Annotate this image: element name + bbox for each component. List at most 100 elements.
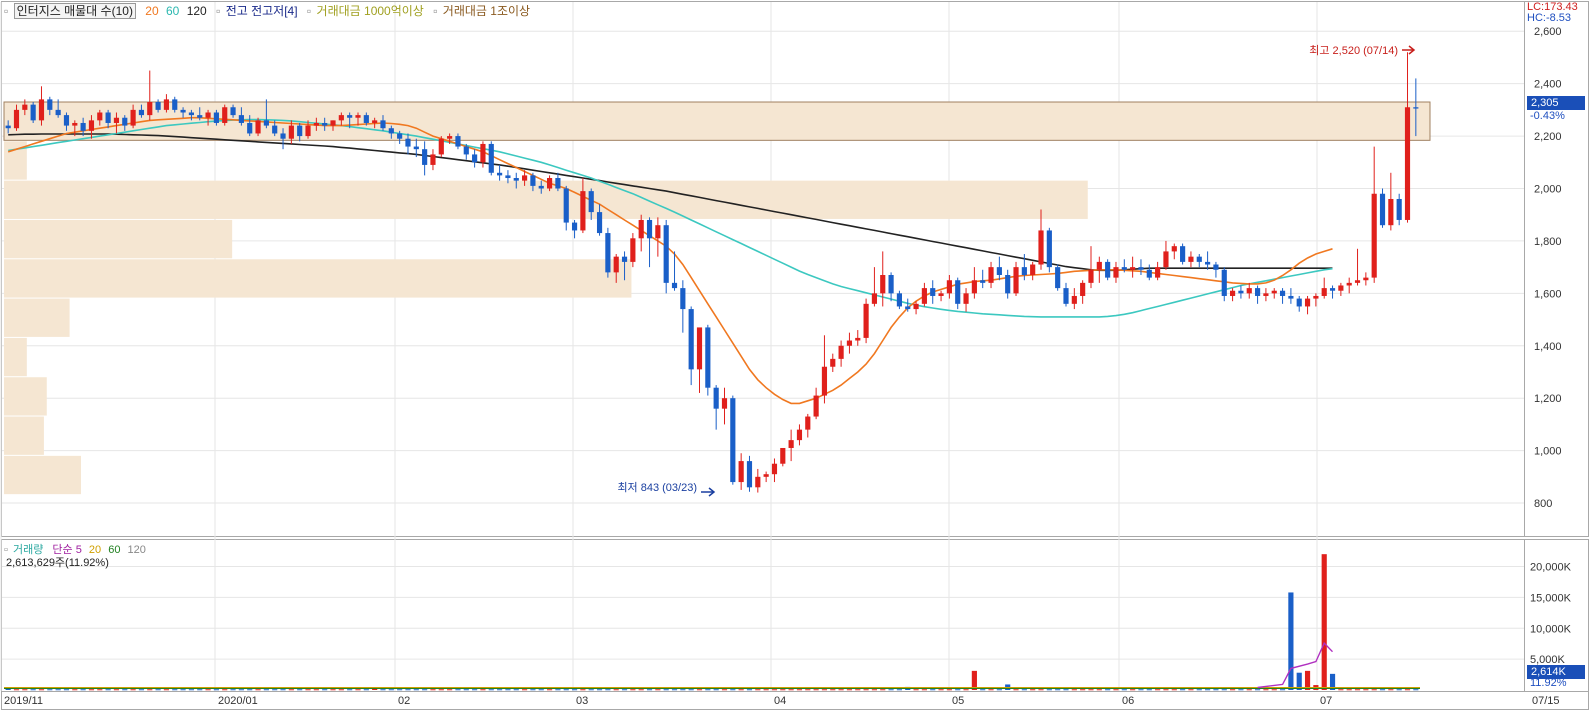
volume-bar: [1221, 689, 1227, 691]
volume-bar: [713, 689, 719, 691]
date-tick-label: 2019/11: [4, 695, 43, 707]
legend-marker-icon: ▫: [4, 4, 9, 18]
volume-bar: [621, 689, 628, 691]
volume-bar: [1138, 689, 1144, 691]
volume-bar: [871, 689, 878, 691]
last-volume-pct: 11.92%: [1530, 677, 1567, 689]
volume-bar: [771, 689, 778, 691]
volume-bar: [1021, 689, 1027, 691]
price-tick-label: 1,800: [1534, 236, 1562, 248]
volume-bar: [180, 689, 186, 691]
volume-bar: [763, 689, 769, 691]
volume-bar: [1404, 689, 1411, 691]
price-tick-label: 800: [1534, 498, 1552, 510]
volume-bar: [1346, 689, 1352, 691]
volume-bar: [1046, 689, 1052, 691]
volume-ma60[interactable]: 60: [108, 544, 120, 556]
volume-bar: [855, 689, 861, 691]
volume-bar: [980, 689, 986, 691]
price-tick-label: 1,600: [1534, 288, 1562, 300]
volume-bar: [1146, 689, 1152, 691]
volume-bar: [188, 689, 194, 691]
legend-ma120[interactable]: 120: [187, 4, 207, 18]
volume-tick-label: 10,000K: [1530, 623, 1572, 635]
volume-bar: [730, 689, 736, 691]
volume-bar: [605, 689, 611, 691]
price-tick-label: 2,000: [1534, 184, 1562, 196]
price-tick-label: 1,400: [1534, 341, 1562, 353]
legend-amount-1000[interactable]: 거래대금 1000억이상: [317, 4, 424, 18]
volume-bar: [172, 689, 178, 691]
last-price-tag: 2,305: [1527, 96, 1585, 110]
volume-bar: [755, 689, 761, 691]
volume-bar: [630, 689, 636, 691]
volume-bar: [838, 689, 844, 691]
price-candle: [1046, 227, 1052, 273]
legend-ma20[interactable]: 20: [145, 4, 158, 18]
volume-bar: [830, 689, 836, 691]
volume-bar: [288, 689, 294, 691]
date-tick-label: 03: [576, 695, 588, 707]
volume-bar: [13, 689, 20, 691]
volume-bar: [263, 689, 269, 691]
volume-bar: [580, 689, 586, 691]
volume-bar: [1121, 689, 1127, 691]
legend-prev-high-low[interactable]: 전고 전고저[4]: [226, 4, 298, 18]
price-candle: [730, 395, 736, 485]
volume-bar: [213, 689, 219, 691]
legend-ma60[interactable]: 60: [166, 4, 179, 18]
volume-bar: [663, 689, 669, 691]
volume-bar: [1254, 689, 1261, 691]
volume-bar: [1263, 689, 1269, 691]
price-legend: ▫ 인터지스 매물대 수(10) 20 60 120 ▫ 전고 전고저[4] ▫…: [4, 2, 536, 19]
volume-bar: [671, 689, 678, 691]
legend-marker-icon: ▫: [433, 4, 438, 18]
volume-profile-bar: [4, 337, 27, 377]
price-tick-label: 2,200: [1534, 131, 1562, 143]
volume-bar: [655, 689, 661, 691]
volume-bar: [555, 689, 561, 691]
volume-bar: [1055, 689, 1061, 691]
volume-bar: [222, 689, 228, 691]
volume-bar: [355, 689, 361, 691]
volume-bar: [1038, 689, 1044, 691]
date-tick-label: 04: [774, 695, 786, 707]
volume-bar: [380, 689, 386, 691]
volume-bar: [472, 689, 478, 691]
volume-bar: [330, 689, 336, 691]
volume-bar: [996, 689, 1002, 691]
volume-bar: [297, 689, 303, 691]
volume-bar: [147, 689, 153, 691]
volume-bar: [238, 689, 244, 691]
volume-bar: [738, 689, 744, 691]
volume-current: 2,613,629주(11.92%): [6, 557, 109, 569]
price-candle: [1055, 264, 1061, 291]
volume-bar: [1238, 689, 1244, 691]
volume-bar: [272, 689, 278, 691]
legend-amount-1t[interactable]: 거래대금 1조이상: [443, 4, 530, 18]
volume-bar: [430, 689, 436, 691]
volume-ma120[interactable]: 120: [128, 544, 146, 556]
volume-bar: [1155, 689, 1161, 691]
price-candle: [705, 324, 711, 396]
volume-bar: [1180, 689, 1186, 691]
high-annotation: 최고 2,520 (07/14): [1309, 44, 1398, 57]
volume-bar: [1379, 689, 1386, 691]
legend-marker-icon: ▫: [216, 4, 221, 18]
volume-bar: [638, 689, 644, 691]
volume-bar: [322, 689, 328, 691]
volume-bar: [538, 689, 544, 691]
volume-bar: [347, 689, 353, 691]
volume-bar: [47, 689, 53, 691]
date-tick-label: 2020/01: [218, 695, 258, 707]
volume-bar: [1096, 689, 1102, 691]
indicator-label[interactable]: 인터지스 매물대 수(10): [13, 3, 136, 19]
volume-bar: [163, 689, 170, 691]
price-tick-label: 2,400: [1534, 79, 1562, 91]
volume-bar: [1188, 689, 1194, 691]
volume-bar: [38, 689, 45, 691]
volume-bar: [1230, 689, 1236, 691]
volume-bar: [205, 689, 211, 691]
volume-bar: [930, 689, 936, 691]
volume-bar: [280, 689, 286, 691]
